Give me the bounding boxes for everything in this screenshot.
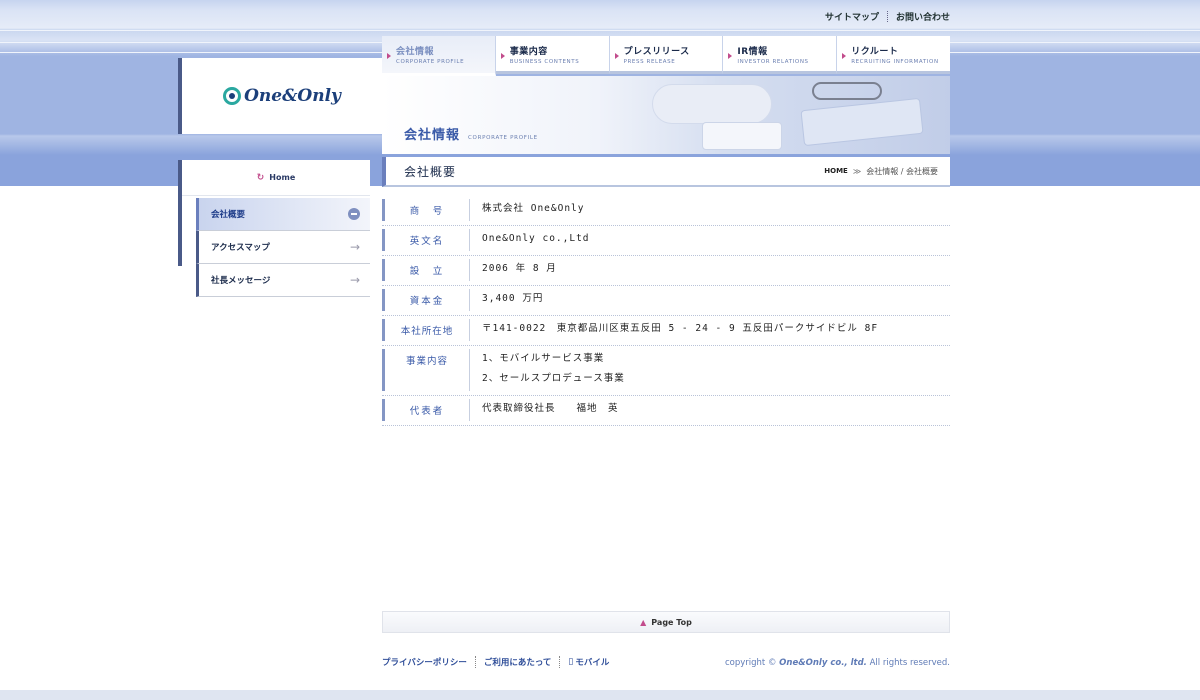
hero-decoration — [702, 122, 782, 150]
minus-circle-icon — [348, 208, 360, 220]
tab-business-contents[interactable]: 事業内容 BUSINESS CONTENTS — [495, 36, 610, 74]
content-header: 会社概要 HOME ≫ 会社情報 / 会社概要 — [382, 157, 950, 187]
tab-label: プレスリリース — [623, 47, 690, 57]
row-value: 〒141-0022 東京都品川区東五反田 5 - 24 - 9 五反田パークサイ… — [482, 319, 878, 341]
hero-title: 会社情報 CORPORATE PROFILE — [404, 124, 538, 143]
privacy-policy-link[interactable]: プライバシーポリシー — [382, 656, 467, 668]
tab-press-release[interactable]: プレスリリース PRESS RELEASE — [609, 36, 724, 74]
tab-sublabel: PRESS RELEASE — [623, 59, 676, 65]
hero-title-en: CORPORATE PROFILE — [468, 135, 538, 141]
contact-link[interactable]: お問い合わせ — [896, 10, 950, 23]
row-value-line: 1、モバイルサービス事業 — [482, 353, 605, 364]
row-label: 英文名 — [382, 229, 470, 251]
row-value-line: 3,400 万円 — [482, 293, 544, 304]
row-value-line: 2006 年 8 月 — [482, 263, 557, 274]
tab-investor-relations[interactable]: IR情報 INVESTOR RELATIONS — [723, 36, 838, 74]
arrow-right-icon: → — [349, 273, 360, 287]
bg-stripe — [0, 30, 1200, 31]
footer-links: プライバシーポリシー ご利用にあたって ▯ モバイル — [382, 656, 609, 668]
arrow-right-icon: → — [349, 240, 360, 254]
row-label: 設 立 — [382, 259, 470, 281]
hero-decoration — [652, 84, 772, 124]
sidebar-item-label: 会社概要 — [211, 210, 246, 220]
row-value-line: 代表取締役社長 福地 英 — [482, 403, 619, 414]
hero-decoration — [800, 97, 924, 147]
tab-label: IR情報 — [737, 47, 768, 57]
table-row: 代表者 代表取締役社長 福地 英 — [382, 396, 950, 426]
row-value-line: 2、セールスプロデュース事業 — [482, 373, 625, 384]
home-label: Home — [269, 173, 296, 182]
tab-sublabel: CORPORATE PROFILE — [396, 59, 465, 65]
hero-title-jp: 会社情報 — [404, 128, 461, 143]
table-row: 事業内容 1、モバイルサービス事業 2、セールスプロデュース事業 — [382, 346, 950, 396]
logo-text: One&Only — [244, 86, 341, 106]
row-value: 2006 年 8 月 — [482, 259, 557, 281]
logo-mark-icon — [223, 87, 242, 105]
util-separator — [886, 11, 888, 22]
company-info-table: 商 号 株式会社 One&Only 英文名 One&Only co.,Ltd 設… — [382, 196, 950, 426]
row-value: One&Only co.,Ltd — [482, 229, 590, 251]
row-label: 本社所在地 — [382, 319, 470, 341]
bottom-strip — [0, 690, 1200, 700]
row-value-line: 株式会社 One&Only — [482, 203, 585, 214]
row-value: 株式会社 One&Only — [482, 199, 584, 221]
copyright: copyright © One&Only co., ltd. All right… — [725, 658, 950, 668]
terms-of-use-link[interactable]: ご利用にあたって — [484, 656, 552, 668]
row-label: 資本金 — [382, 289, 470, 311]
mobile-link[interactable]: モバイル — [575, 656, 609, 668]
arrow-up-icon: ▲ — [640, 617, 647, 627]
utility-links: サイトマップ お問い合わせ — [825, 10, 950, 23]
breadcrumb-path: 会社情報 / 会社概要 — [866, 166, 938, 176]
breadcrumb-separator-icon: ≫ — [852, 166, 862, 176]
tab-label: 会社情報 — [396, 47, 435, 57]
sidebar-item-label: 社長メッセージ — [211, 276, 271, 286]
row-value-line: One&Only co.,Ltd — [482, 233, 590, 244]
home-swirl-icon: ↻ — [256, 172, 265, 183]
page-title: 会社概要 — [404, 164, 457, 179]
tab-label: 事業内容 — [509, 47, 548, 57]
row-value: 代表取締役社長 福地 英 — [482, 399, 619, 421]
sidebar-item-label: アクセスマップ — [211, 243, 270, 253]
row-value: 1、モバイルサービス事業 2、セールスプロデュース事業 — [482, 349, 625, 391]
table-row: 商 号 株式会社 One&Only — [382, 196, 950, 226]
row-value-line: 〒141-0022 東京都品川区東五反田 5 - 24 - 9 五反田パークサイ… — [482, 323, 879, 334]
sitemap-link[interactable]: サイトマップ — [825, 10, 879, 23]
footer-separator — [559, 656, 561, 668]
logo-box: One&Only — [178, 58, 382, 134]
mobile-phone-icon: ▯ — [568, 657, 574, 667]
page-top-label: Page Top — [651, 617, 692, 627]
sidebar-item-company-overview[interactable]: 会社概要 — [196, 198, 370, 231]
table-row: 英文名 One&Only co.,Ltd — [382, 226, 950, 256]
table-row: 設 立 2006 年 8 月 — [382, 256, 950, 286]
hero-decoration — [812, 82, 882, 100]
row-label: 代表者 — [382, 399, 470, 421]
site-logo[interactable]: One&Only — [223, 86, 341, 106]
copyright-brand: One&Only co., ltd. — [779, 658, 867, 668]
tab-label: リクルート — [851, 47, 899, 57]
hero-banner: 会社情報 CORPORATE PROFILE — [382, 76, 950, 154]
tab-corporate-profile[interactable]: 会社情報 CORPORATE PROFILE — [382, 36, 496, 76]
row-label: 商 号 — [382, 199, 470, 221]
breadcrumb-home-link[interactable]: HOME — [824, 167, 848, 175]
table-row: 資本金 3,400 万円 — [382, 286, 950, 316]
sidebar-item-access-map[interactable]: アクセスマップ → — [196, 231, 370, 264]
tab-sublabel: BUSINESS CONTENTS — [509, 59, 580, 65]
tab-sublabel: INVESTOR RELATIONS — [737, 59, 809, 65]
page-top-button[interactable]: ▲ Page Top — [382, 611, 950, 633]
sidebar-item-president-message[interactable]: 社長メッセージ → — [196, 264, 370, 297]
footer-separator — [474, 656, 476, 668]
copyright-prefix: copyright © — [724, 658, 780, 668]
table-row: 本社所在地 〒141-0022 東京都品川区東五反田 5 - 24 - 9 五反… — [382, 316, 950, 346]
tab-sublabel: RECRUITING INFORMATION — [851, 59, 939, 65]
sidebar-home-link[interactable]: ↻ Home — [182, 160, 370, 196]
sidebar-menu: 会社概要 アクセスマップ → 社長メッセージ → — [196, 198, 370, 297]
row-value: 3,400 万円 — [482, 289, 543, 311]
breadcrumb: HOME ≫ 会社情報 / 会社概要 — [824, 166, 938, 177]
main-nav: 会社情報 CORPORATE PROFILE 事業内容 BUSINESS CON… — [382, 36, 950, 76]
row-label: 事業内容 — [382, 349, 470, 391]
tab-recruiting[interactable]: リクルート RECRUITING INFORMATION — [837, 36, 950, 74]
copyright-suffix: All rights reserved. — [866, 658, 950, 668]
